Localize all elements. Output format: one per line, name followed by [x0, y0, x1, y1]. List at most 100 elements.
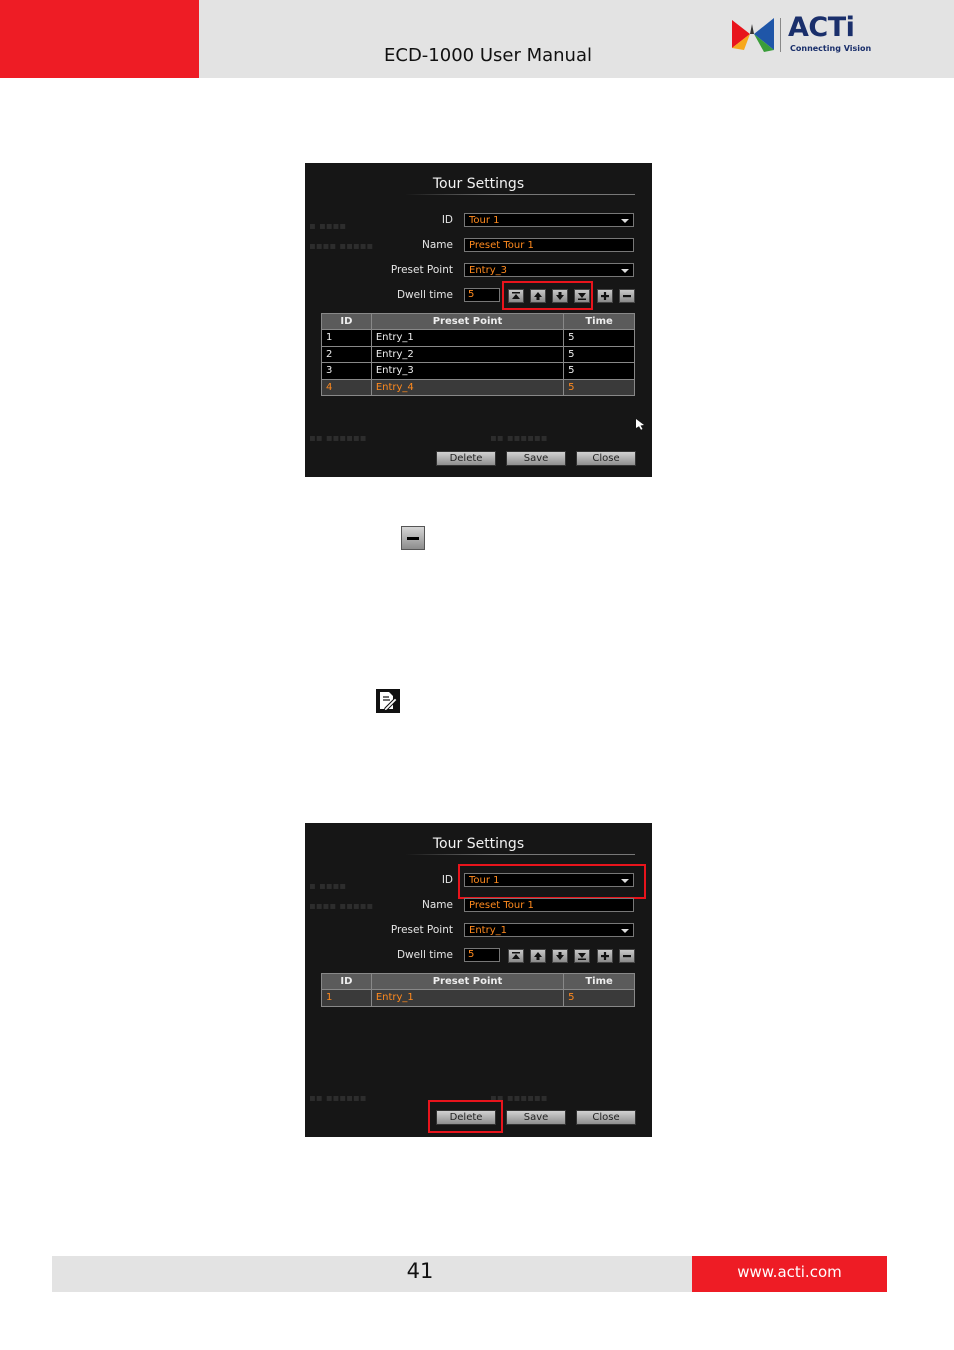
id-dropdown-value: Tour 1 [469, 215, 500, 226]
cell-id: 1 [321, 989, 372, 1007]
plus-icon [601, 952, 609, 960]
dwell-time-label: Dwell time [396, 289, 453, 301]
tour-settings-panel-1: ▪ ▪▪▪▪ ▪▪▪▪ ▪▪▪▪▪ ▪▪ ▪▪▪▪▪▪ ▪▪ ▪▪▪▪▪▪ To… [305, 163, 652, 477]
background-ghost: ▪▪▪▪ ▪▪▪▪▪ [309, 241, 374, 252]
minus-icon [401, 526, 425, 550]
remove-button[interactable] [619, 949, 635, 963]
cell-id: 2 [321, 345, 372, 363]
id-dropdown[interactable]: Tour 1 [464, 213, 634, 227]
cell-id: 4 [321, 378, 372, 396]
edit-icon [376, 689, 400, 713]
chevron-down-icon [621, 219, 629, 223]
title-divider [405, 854, 635, 855]
column-header-id: ID [321, 973, 372, 990]
logo-tagline: Connecting Vision [790, 44, 872, 53]
name-input[interactable]: Preset Tour 1 [464, 898, 634, 912]
column-header-preset-point: Preset Point [370, 313, 565, 330]
preset-point-dropdown[interactable]: Entry_1 [464, 923, 634, 937]
cell-preset-point: Entry_4 [370, 378, 565, 396]
id-label: ID [441, 214, 453, 226]
chevron-down-icon [621, 269, 629, 273]
acti-logo: ACTi Connecting Vision [730, 12, 872, 56]
table-row-selected[interactable]: 4 Entry_4 5 [321, 378, 635, 396]
name-label: Name [422, 899, 453, 911]
add-button[interactable] [597, 949, 613, 963]
cell-preset-point: Entry_3 [370, 362, 565, 380]
plus-icon [601, 292, 609, 300]
logo-wordmark: ACTi [788, 12, 855, 43]
background-ghost: ▪▪▪▪ ▪▪▪▪▪ [309, 901, 374, 912]
name-input-value: Preset Tour 1 [469, 240, 534, 251]
preset-point-label: Preset Point [390, 264, 453, 276]
preset-point-value: Entry_1 [469, 925, 507, 936]
name-input[interactable]: Preset Tour 1 [464, 238, 634, 252]
logo-butterfly-icon [732, 18, 774, 52]
move-down-icon [556, 952, 564, 960]
header-title: ECD-1000 User Manual [384, 45, 592, 66]
table-row[interactable]: 2 Entry_2 5 [321, 345, 635, 363]
save-button[interactable]: Save [506, 1110, 566, 1125]
cell-time: 5 [563, 378, 635, 396]
background-ghost: ▪ ▪▪▪▪ [309, 221, 347, 232]
background-ghost: ▪ ▪▪▪▪ [309, 881, 347, 892]
panel-title: Tour Settings [432, 836, 525, 852]
chevron-down-icon [621, 929, 629, 933]
delete-button[interactable]: Delete [436, 451, 496, 466]
move-down-button[interactable] [552, 949, 568, 963]
cell-time: 5 [563, 362, 635, 380]
add-button[interactable] [597, 289, 613, 303]
preset-point-value: Entry_3 [469, 265, 507, 276]
move-top-button[interactable] [508, 949, 524, 963]
column-header-id: ID [321, 313, 372, 330]
cell-time: 5 [563, 345, 635, 363]
header-red-block [0, 0, 199, 78]
column-header-time: Time [563, 973, 635, 990]
table-row[interactable]: 1 Entry_1 5 [321, 329, 635, 347]
cell-id: 3 [321, 362, 372, 380]
name-input-value: Preset Tour 1 [469, 900, 534, 911]
name-label: Name [422, 239, 453, 251]
tour-settings-panel-2: ▪ ▪▪▪▪ ▪▪▪▪ ▪▪▪▪▪ ▪▪ ▪▪▪▪▪▪ ▪▪ ▪▪▪▪▪▪ To… [305, 823, 652, 1137]
column-header-preset-point: Preset Point [370, 973, 565, 990]
dwell-time-input[interactable]: 5 [464, 288, 500, 302]
dwell-time-label: Dwell time [396, 949, 453, 961]
move-up-icon [534, 952, 542, 960]
background-ghost: ▪▪ ▪▪▪▪▪▪ [309, 1093, 367, 1104]
highlight-box [502, 281, 593, 310]
highlight-box [428, 1100, 503, 1133]
move-bottom-button[interactable] [574, 949, 590, 963]
cell-preset-point: Entry_2 [370, 345, 565, 363]
cell-preset-point: Entry_1 [370, 989, 565, 1007]
highlight-box [458, 864, 646, 899]
panel-title: Tour Settings [432, 176, 525, 192]
title-divider [405, 194, 635, 195]
dwell-time-input[interactable]: 5 [464, 948, 500, 962]
preset-point-dropdown[interactable]: Entry_3 [464, 263, 634, 277]
preset-point-label: Preset Point [390, 924, 453, 936]
move-bottom-icon [578, 953, 586, 960]
table-row[interactable]: 3 Entry_3 5 [321, 362, 635, 380]
close-button[interactable]: Close [576, 1110, 636, 1125]
logo-divider [780, 18, 781, 52]
remove-button[interactable] [619, 289, 635, 303]
minus-icon [623, 955, 631, 958]
background-ghost: ▪▪ ▪▪▪▪▪▪ [490, 433, 548, 444]
move-top-icon [512, 952, 520, 959]
cell-preset-point: Entry_1 [370, 329, 565, 347]
id-label: ID [441, 874, 453, 886]
close-button[interactable]: Close [576, 451, 636, 466]
move-up-button[interactable] [530, 949, 546, 963]
cell-time: 5 [563, 329, 635, 347]
minus-icon [623, 295, 631, 298]
background-ghost: ▪▪ ▪▪▪▪▪▪ [309, 433, 367, 444]
save-button[interactable]: Save [506, 451, 566, 466]
preset-table: ID Preset Point Time 1 Entry_1 5 2 Entry… [321, 313, 635, 396]
website-link[interactable]: www.acti.com [692, 1263, 887, 1281]
column-header-time: Time [563, 313, 635, 330]
cell-time: 5 [563, 989, 635, 1007]
page-header: ECD-1000 User Manual ACTi Connecting Vis… [0, 0, 954, 78]
table-row-selected[interactable]: 1 Entry_1 5 [321, 989, 635, 1007]
cursor-icon [636, 419, 644, 430]
cell-id: 1 [321, 329, 372, 347]
preset-table: ID Preset Point Time 1 Entry_1 5 [321, 973, 635, 1007]
